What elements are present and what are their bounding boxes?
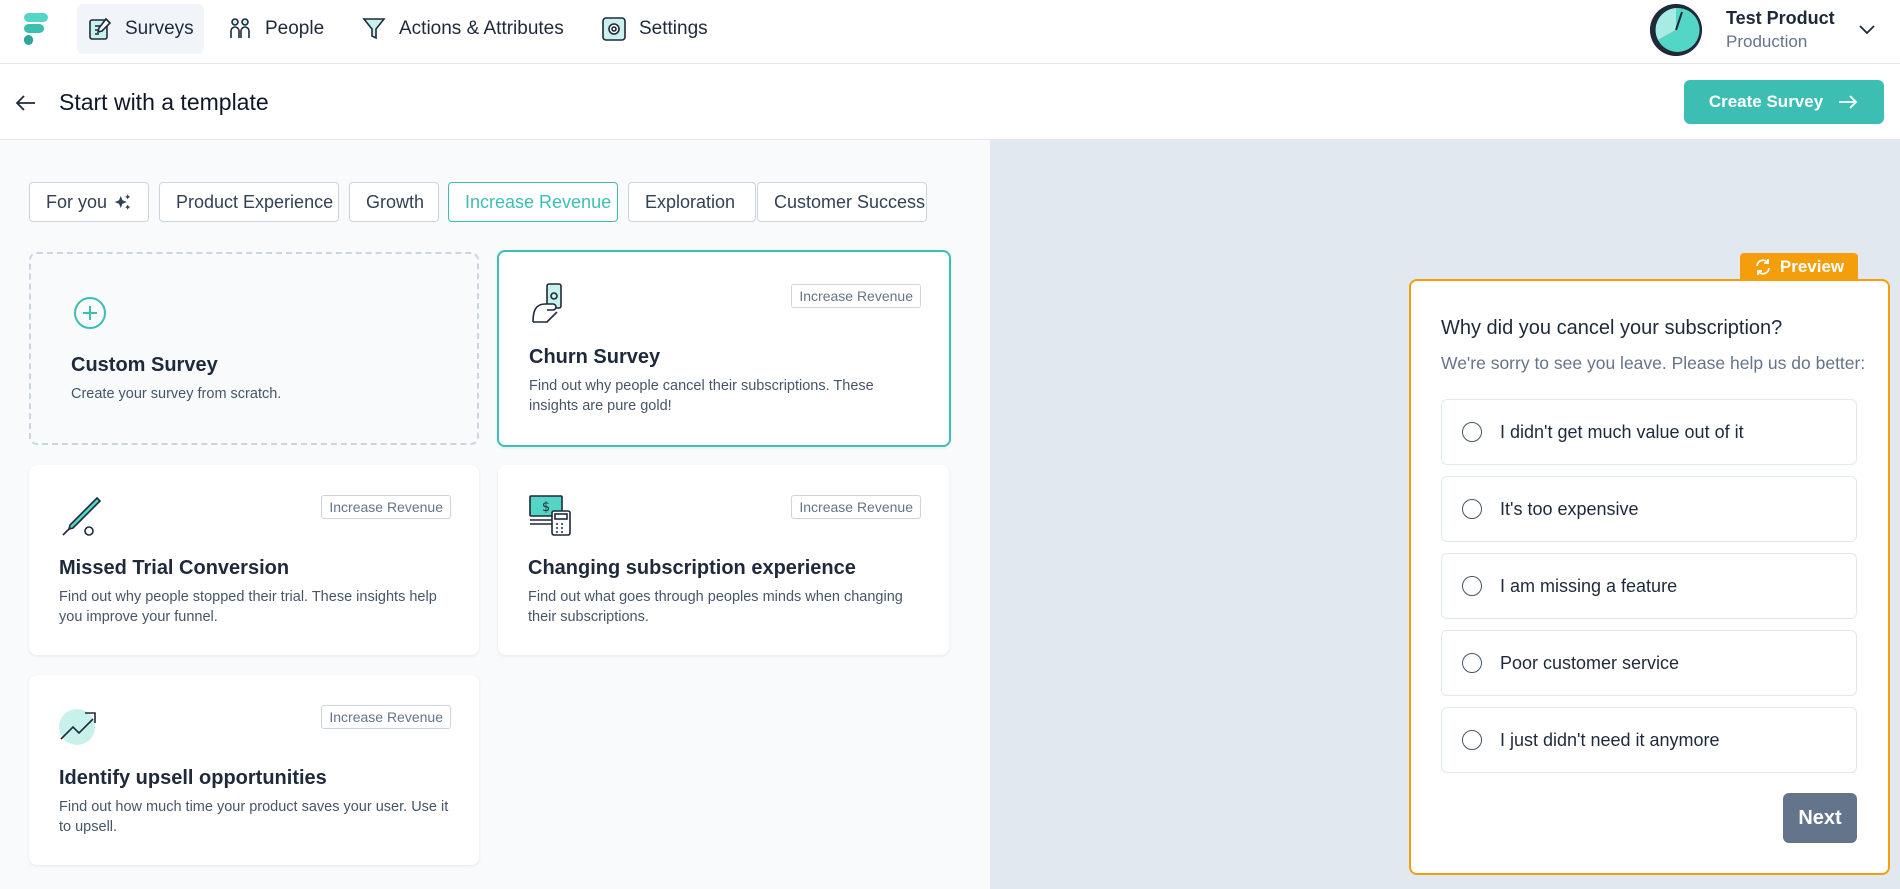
template-title: Identify upsell opportunities: [59, 767, 327, 789]
baseball-bat-icon: [62, 496, 102, 536]
template-description: Find out why people stopped their trial.…: [59, 589, 437, 625]
filter-customer-success-label: Customer Success: [774, 191, 926, 212]
choice-label: I am missing a feature: [1500, 575, 1678, 596]
nav-surveys-label: Surveys: [125, 18, 194, 39]
filter-customer-success[interactable]: Customer Success: [757, 182, 927, 222]
template-list-pane: For you Product Experience Growth Increa…: [0, 140, 990, 889]
product-name: Test Product: [1726, 8, 1835, 28]
choice-option[interactable]: Poor customer service: [1441, 630, 1857, 696]
top-navigation: Surveys People Actions & Attributes Sett…: [0, 0, 1900, 64]
filter-for-you-label: For you: [46, 191, 108, 212]
question-headline: Why did you cancel your subscription?: [1441, 317, 1783, 339]
back-arrow-icon[interactable]: [14, 91, 38, 115]
hand-cash-icon: [532, 283, 562, 323]
template-category-tag: Increase Revenue: [321, 705, 451, 729]
preview-badge: Preview: [1740, 253, 1858, 281]
environment-label: Production: [1726, 32, 1808, 51]
create-survey-label: Create Survey: [1708, 92, 1824, 111]
template-category-tag: Increase Revenue: [791, 495, 921, 519]
product-avatar: [1650, 4, 1702, 56]
plus-circle-icon: [74, 297, 106, 329]
custom-survey-card[interactable]: Custom Survey Create your survey from sc…: [29, 252, 479, 445]
preview-badge-label: Preview: [1779, 257, 1845, 276]
chevron-down-icon[interactable]: [1856, 18, 1878, 40]
nav-actions-attributes[interactable]: Actions & Attributes: [351, 4, 574, 54]
radio-button[interactable]: [1462, 653, 1482, 673]
template-description: Find out what goes through peoples minds…: [528, 589, 903, 625]
svg-text:$: $: [542, 500, 550, 515]
refresh-icon[interactable]: [1754, 258, 1772, 276]
template-description: Find out why people cancel their subscri…: [529, 378, 874, 414]
create-survey-button[interactable]: Create Survey: [1684, 80, 1884, 124]
template-title: Missed Trial Conversion: [59, 557, 290, 579]
formbricks-logo-icon[interactable]: [22, 11, 52, 47]
template-category-tag: Increase Revenue: [791, 284, 921, 308]
people-icon: [230, 18, 250, 38]
changing-subscription-card[interactable]: $ Increase Revenue Changing subscription…: [498, 465, 949, 655]
surveys-icon: [89, 17, 112, 40]
choice-label: I didn't get much value out of it: [1500, 421, 1744, 442]
trending-up-icon: [59, 709, 96, 745]
cash-calculator-icon: $: [529, 495, 571, 536]
filter-funnel-icon: [362, 18, 386, 40]
filter-product-experience[interactable]: Product Experience: [159, 182, 339, 222]
filter-exploration[interactable]: Exploration: [628, 182, 756, 222]
template-description: Find out how much time your product save…: [59, 799, 449, 835]
radio-button[interactable]: [1462, 576, 1482, 596]
template-category-tag: Increase Revenue: [321, 495, 451, 519]
choice-option[interactable]: I just didn't need it anymore: [1441, 707, 1857, 773]
choice-option[interactable]: I didn't get much value out of it: [1441, 399, 1857, 465]
upsell-card[interactable]: Increase Revenue Identify upsell opportu…: [29, 675, 479, 865]
template-title: Custom Survey: [71, 354, 218, 376]
settings-gear-icon: [602, 17, 626, 41]
radio-button[interactable]: [1462, 730, 1482, 750]
product-switcher[interactable]: Test Product Production: [1650, 4, 1890, 56]
template-title: Changing subscription experience: [528, 557, 856, 579]
choice-label: I just didn't need it anymore: [1500, 729, 1720, 750]
nav-surveys[interactable]: Surveys: [77, 4, 204, 54]
churn-survey-card[interactable]: Increase Revenue Churn Survey Find out w…: [497, 250, 951, 447]
filter-for-you[interactable]: For you: [29, 182, 149, 222]
arrow-right-icon: [1839, 95, 1858, 109]
nav-people[interactable]: People: [217, 4, 334, 54]
filter-growth[interactable]: Growth: [349, 182, 439, 222]
radio-button[interactable]: [1462, 499, 1482, 519]
nav-settings-label: Settings: [639, 18, 708, 39]
next-button[interactable]: Next: [1783, 793, 1857, 843]
choice-label: It's too expensive: [1500, 498, 1639, 519]
survey-preview-card: Why did you cancel your subscription? We…: [1409, 279, 1890, 875]
missed-trial-card[interactable]: Increase Revenue Missed Trial Conversion…: [29, 465, 479, 655]
nav-settings[interactable]: Settings: [591, 4, 718, 54]
filter-increase-revenue-label: Increase Revenue: [465, 191, 612, 212]
sparkles-icon: [114, 194, 131, 210]
filter-product-experience-label: Product Experience: [176, 191, 334, 212]
filter-growth-label: Growth: [366, 191, 425, 212]
filter-exploration-label: Exploration: [645, 191, 736, 212]
page-header: Start with a template Create Survey: [0, 64, 1900, 140]
nav-people-label: People: [265, 18, 325, 39]
choice-option[interactable]: I am missing a feature: [1441, 553, 1857, 619]
template-title: Churn Survey: [529, 346, 661, 368]
choice-label: Poor customer service: [1500, 652, 1680, 673]
page-title: Start with a template: [59, 89, 269, 115]
template-description: Create your survey from scratch.: [71, 386, 282, 402]
choice-option[interactable]: It's too expensive: [1441, 476, 1857, 542]
filter-increase-revenue[interactable]: Increase Revenue: [448, 182, 618, 222]
radio-button[interactable]: [1462, 422, 1482, 442]
question-subheader: We're sorry to see you leave. Please hel…: [1441, 353, 1866, 373]
nav-actions-label: Actions & Attributes: [399, 18, 564, 39]
